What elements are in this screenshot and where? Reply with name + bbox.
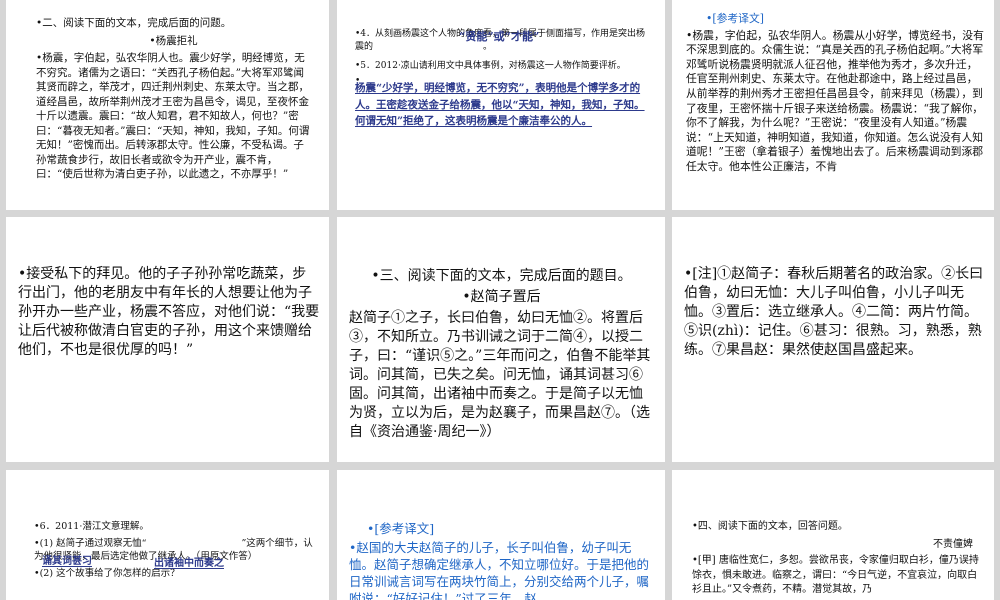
slide-question-6[interactable]: •6．2011·潜江文意理解。 •(1) 赵简子通过观察无恤“ ”这两个细节，认为… <box>6 470 329 600</box>
section-heading: •四、阅读下面的文本，回答问题。 <box>692 521 848 532</box>
translation-label: •[参考译文] <box>706 12 764 25</box>
passage-title: 不责僮婢 <box>933 538 973 550</box>
annotation-notes: •[注]①赵简子：春秋后期著名的政治家。②长曰伯鲁，幼曰无恤：大儿子叫伯鲁，小儿… <box>684 266 984 358</box>
passage-title: •赵简子置后 <box>462 289 541 305</box>
section-heading: •三、阅读下面的文本，完成后面的题目。 <box>371 268 632 284</box>
slide-zhao-jianzi-text[interactable]: •三、阅读下面的文本，完成后面的题目。 •赵简子置后 赵简子①之子，长曰伯鲁，幼… <box>337 217 665 462</box>
answer-6-1b: 出诸袖中而奏之 <box>154 558 224 569</box>
question-5: •5．2012·凉山请利用文中具体事例，对杨震这一人物作简要评析。 <box>355 61 626 71</box>
translation-body: •杨震，字伯起，弘农华阴人。杨震从小好学，博览经书，没有不深思到底的。众儒生说：… <box>686 28 984 173</box>
translation-label: •[参考译文] <box>367 521 435 536</box>
passage-body: •杨震，字伯起，弘农华阴人也。震少好学，明经博览，无不穷究。诸儒为之语曰：“关西… <box>36 52 310 180</box>
question-6: •6．2011·潜江文意理解。 <box>34 521 149 532</box>
translation-continued: •接受私下的拜见。他的子子孙孙常吃蔬菜，步行出门，他的老朋友中有年长的人想要让他… <box>18 266 320 358</box>
passage-body: •[甲] 唐临性宽仁，多恕。尝欲吊丧，令家僮归取白衫，僮乃误持馀衣，惧未敢进。临… <box>692 555 979 595</box>
slide-annotations[interactable]: •[注]①赵简子：春秋后期著名的政治家。②长曰伯鲁，幼曰无恤：大儿子叫伯鲁，小儿… <box>672 217 994 462</box>
passage-body: 赵简子①之子，长曰伯鲁，幼曰无恤②。将置后③，不知所立。乃书训诫之词于二简④，以… <box>349 310 651 440</box>
section-heading: •二、阅读下面的文本，完成后面的问题。 <box>36 17 232 29</box>
passage-title: •杨震拒礼 <box>149 34 198 47</box>
translation-body: •赵国的大夫赵简子的儿子，长子叫伯鲁，幼子叫无恤。赵简子想确定继承人，不知立哪位… <box>349 540 650 600</box>
slide-translation-1[interactable]: •[参考译文] •杨震，字伯起，弘农华阴人。杨震从小好学，博览经书，没有不深思到… <box>672 0 994 210</box>
slide-yang-zhen-text[interactable]: •二、阅读下面的文本，完成后面的问题。 •杨震拒礼 •杨震，字伯起，弘农华阴人也… <box>6 0 329 210</box>
answer-6-1a: 诵其词甚习 <box>42 556 92 567</box>
slide-section-four[interactable]: •四、阅读下面的文本，回答问题。 不责僮婢 •[甲] 唐临性宽仁，多恕。尝欲吊丧… <box>672 470 994 600</box>
slide-translation-3[interactable]: •[参考译文] •赵国的大夫赵简子的儿子，长子叫伯鲁，幼子叫无恤。赵简子想确定继… <box>337 470 665 600</box>
answer-4: “贤能”或“才能” <box>459 30 540 43</box>
slide-translation-2[interactable]: •接受私下的拜见。他的子子孙孙常吃蔬菜，步行出门，他的老朋友中有年长的人想要让他… <box>6 217 329 462</box>
slide-questions-4-5[interactable]: •4．从刻画杨震这个人物的角度看，第一段属于侧面描写，作用是突出杨震的。 •5．… <box>337 0 665 210</box>
answer-5: 杨震“少好学，明经博览，无不穷究”，表明他是个博学多才的人。王密趁夜送金子给杨震… <box>355 82 645 127</box>
